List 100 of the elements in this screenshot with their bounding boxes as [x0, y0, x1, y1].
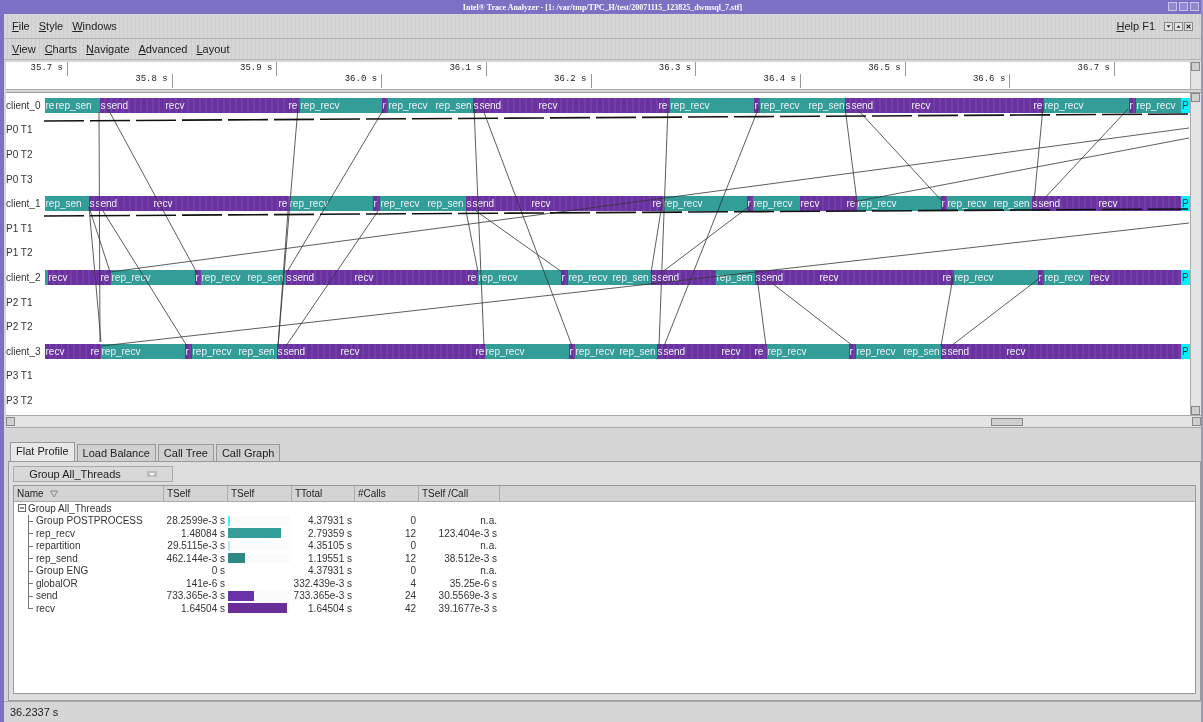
tree-item[interactable]: recv	[36, 602, 55, 614]
event-bar[interactable]: recv	[354, 269, 467, 285]
vertical-scrollbar[interactable]	[1190, 93, 1201, 415]
event-bar[interactable]: r	[941, 196, 947, 212]
event-bar[interactable]: r	[849, 343, 856, 359]
event-bar[interactable]: r	[1129, 97, 1136, 113]
event-bar[interactable]: recv	[531, 196, 652, 212]
event-bar[interactable]: re	[467, 269, 478, 285]
column-header[interactable]: TSelf /Call	[419, 486, 500, 501]
event-bar[interactable]: recv	[911, 97, 1033, 113]
tree-item[interactable]: repartition	[36, 540, 81, 552]
event-bar[interactable]: re	[658, 97, 670, 113]
tab[interactable]: Load Balance	[76, 444, 156, 461]
event-bar[interactable]: s	[651, 269, 657, 285]
column-header[interactable]: TTotal	[292, 486, 355, 501]
tree-item[interactable]: rep_send	[36, 552, 78, 564]
column-header[interactable]: TSelf	[164, 486, 228, 501]
column-header[interactable]: TSelf	[228, 486, 292, 501]
horizontal-scrollbar[interactable]	[6, 415, 1201, 428]
event-bar[interactable]: r	[195, 269, 201, 285]
menu-item[interactable]: Navigate	[86, 43, 130, 55]
event-bar[interactable]: re	[942, 269, 954, 285]
event-bar[interactable]: send	[851, 97, 911, 113]
event-bar[interactable]: recv	[819, 269, 942, 285]
tree-item[interactable]: send	[36, 590, 58, 602]
event-bar[interactable]: re	[754, 343, 767, 359]
menu-item[interactable]: Style	[38, 20, 64, 32]
event-bar[interactable]: s	[845, 97, 851, 113]
tab[interactable]: Flat Profile	[10, 442, 75, 461]
menu-item[interactable]: Advanced	[138, 43, 188, 55]
event-bar[interactable]: send	[292, 269, 354, 285]
event-bar[interactable]: re	[652, 196, 663, 212]
event-bar[interactable]: recv	[340, 343, 475, 359]
event-bar[interactable]: r	[561, 269, 568, 285]
event-bar[interactable]: s	[941, 343, 947, 359]
event-bar[interactable]: recv	[538, 97, 658, 113]
event-bar[interactable]: r	[1038, 269, 1044, 285]
group-dropdown[interactable]: Group All_Threads	[13, 466, 173, 482]
event-bar[interactable]: re	[288, 97, 300, 113]
menu-item[interactable]: Layout	[196, 43, 230, 55]
column-header[interactable]: Name	[14, 486, 164, 501]
event-bar[interactable]: s	[657, 343, 663, 359]
column-header[interactable]: #Calls	[355, 486, 419, 501]
event-bar[interactable]: s	[755, 269, 761, 285]
event-bar[interactable]: recv	[45, 343, 90, 359]
menu-item[interactable]: File	[12, 20, 30, 32]
event-bar[interactable]: re	[90, 343, 101, 359]
event-bar[interactable]: recv	[1006, 343, 1181, 359]
event-bar[interactable]: s	[1032, 196, 1038, 212]
event-bar[interactable]: s	[473, 97, 479, 113]
event-bar[interactable]: send	[479, 97, 538, 113]
event-bar[interactable]: re	[475, 343, 485, 359]
event-bar[interactable]: send	[1038, 196, 1098, 212]
event-bar[interactable]: recv	[1098, 196, 1181, 212]
event-bar[interactable]: r	[747, 196, 753, 212]
event-bar[interactable]: recv	[48, 269, 100, 285]
event-bar[interactable]: P	[1181, 343, 1190, 359]
event-bar[interactable]: s	[100, 97, 106, 113]
tab[interactable]: Call Graph	[215, 444, 281, 461]
event-bar[interactable]: r	[754, 97, 760, 113]
event-bar[interactable]: s	[286, 269, 292, 285]
event-bar[interactable]: re	[1033, 97, 1044, 113]
event-bar[interactable]: s	[466, 196, 472, 212]
menu-item[interactable]: View	[12, 43, 36, 55]
menu-item[interactable]: Windows	[72, 20, 117, 32]
event-bar[interactable]	[45, 269, 48, 285]
event-bar[interactable]: send	[947, 343, 1006, 359]
event-bar[interactable]: send	[761, 269, 819, 285]
event-bar[interactable]: s	[89, 196, 95, 212]
event-bar[interactable]: r	[185, 343, 192, 359]
event-bar[interactable]: recv	[153, 196, 278, 212]
event-bar[interactable]: recv	[800, 196, 846, 212]
tab[interactable]: Call Tree	[157, 444, 214, 461]
tree-item[interactable]: globalOR	[36, 577, 78, 589]
tree-item[interactable]: rep_recv	[36, 527, 75, 539]
event-bar[interactable]: re	[278, 196, 289, 212]
event-bar[interactable]: send	[283, 343, 340, 359]
event-bar[interactable]: P	[1181, 269, 1190, 285]
restore-icon[interactable]	[1174, 21, 1183, 31]
event-bar[interactable]: P	[1181, 97, 1190, 113]
event-bar[interactable]: recv	[721, 343, 754, 359]
tree-item[interactable]: Group POSTPROCESS	[36, 515, 143, 527]
event-bar[interactable]: send	[472, 196, 531, 212]
event-bar[interactable]: re	[100, 269, 111, 285]
menu-item[interactable]: Charts	[44, 43, 78, 55]
event-bar[interactable]: recv	[165, 97, 288, 113]
tree-item[interactable]: Group All_Threads	[28, 502, 112, 514]
event-bar[interactable]: r	[569, 343, 575, 359]
event-bar[interactable]: r	[382, 97, 388, 113]
event-bar[interactable]: P	[1181, 196, 1190, 212]
tree-item[interactable]: Group ENG	[36, 565, 89, 577]
event-bar[interactable]: re	[846, 196, 857, 212]
event-bar[interactable]: send	[663, 343, 721, 359]
event-bar[interactable]: send	[95, 196, 153, 212]
help-menu[interactable]: Help F1	[1116, 20, 1155, 32]
event-bar[interactable]: s	[277, 343, 283, 359]
collapse-icon[interactable]	[18, 504, 26, 513]
event-bar[interactable]: recv	[1090, 269, 1181, 285]
event-bar[interactable]: send	[106, 97, 165, 113]
event-bar[interactable]: r	[373, 196, 380, 212]
